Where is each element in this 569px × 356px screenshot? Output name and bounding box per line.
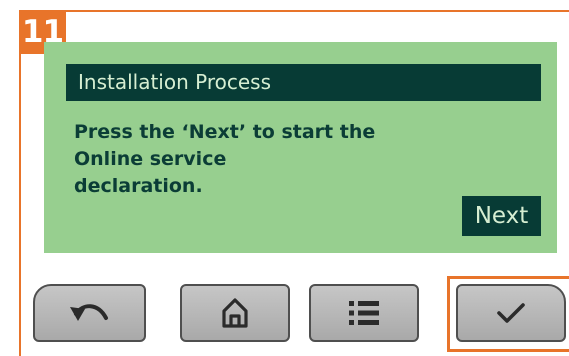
back-button[interactable] xyxy=(33,284,146,342)
frame-left-line xyxy=(19,10,21,356)
device-screen: Installation Process Press the ‘Next’ to… xyxy=(44,42,557,253)
home-button[interactable] xyxy=(180,284,290,342)
ok-button-highlight xyxy=(447,276,569,352)
menu-button[interactable] xyxy=(309,284,419,342)
frame-top-line xyxy=(19,10,569,12)
home-icon xyxy=(222,298,248,328)
screen-message: Press the ‘Next’ to start the Online ser… xyxy=(74,119,434,200)
next-button[interactable]: Next xyxy=(462,196,541,236)
screen-message-line: declaration. xyxy=(74,175,203,197)
screen-header-title: Installation Process xyxy=(66,64,541,101)
undo-arrow-icon xyxy=(69,304,108,321)
list-icon xyxy=(349,301,379,325)
screen-message-line: Press the ‘Next’ to start the xyxy=(74,121,376,143)
screen-message-line: Online service xyxy=(74,148,227,170)
